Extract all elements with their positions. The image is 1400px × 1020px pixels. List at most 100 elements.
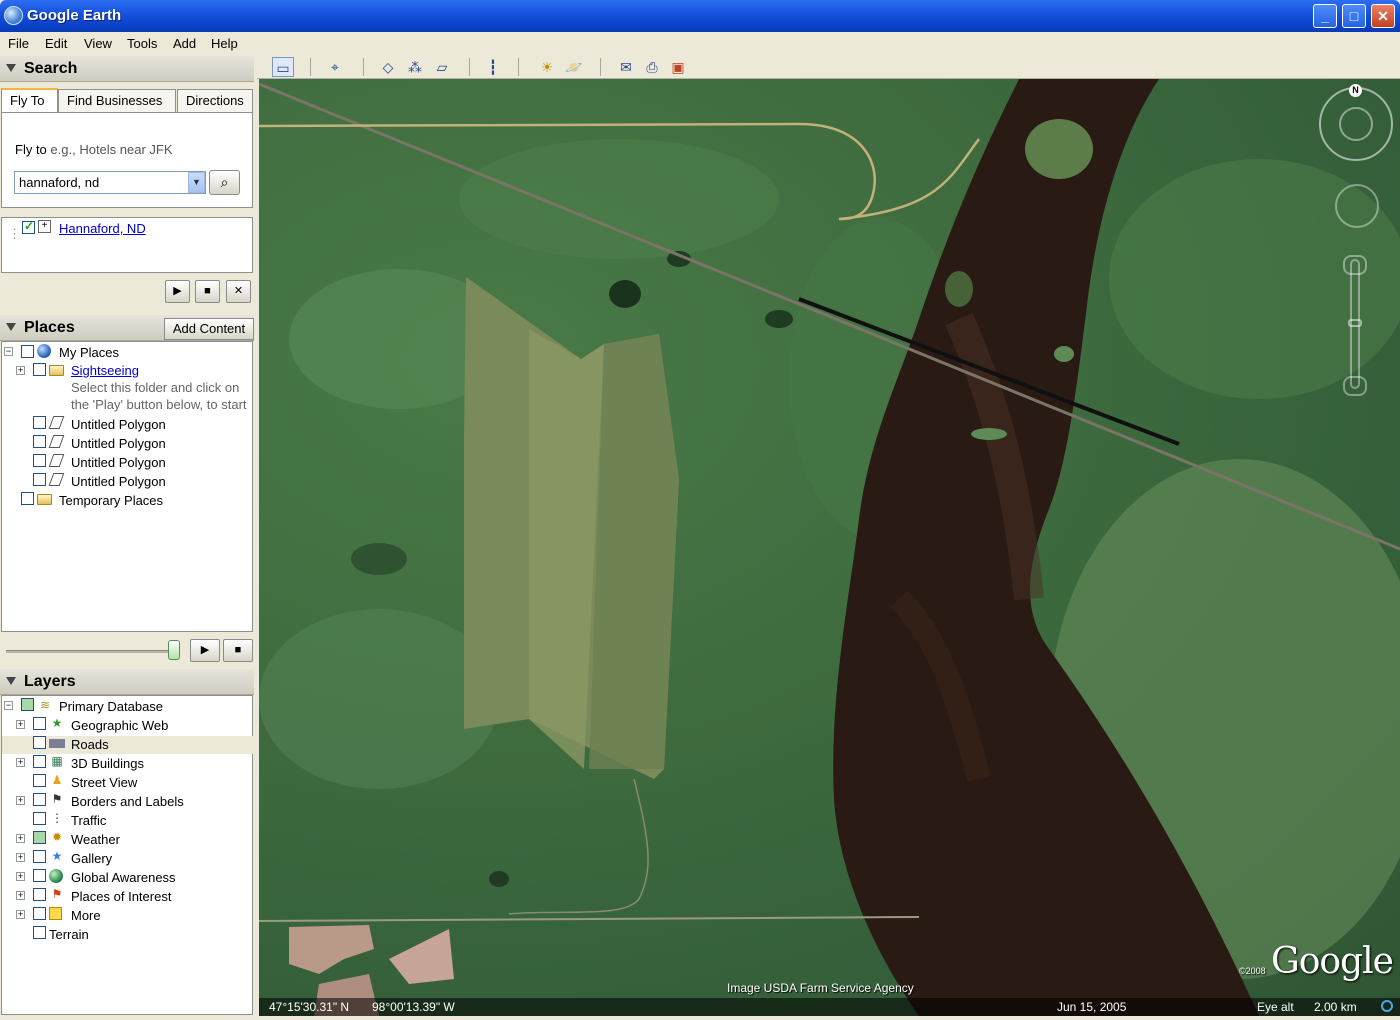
zoom-out-button[interactable]	[1343, 376, 1367, 396]
north-indicator[interactable]: N	[1349, 84, 1362, 97]
polygon-item[interactable]: Untitled Polygon	[71, 417, 166, 432]
menu-add[interactable]: Add	[173, 36, 196, 51]
layer-checkbox[interactable]	[33, 831, 46, 844]
print-icon[interactable]: ⎙	[641, 57, 663, 77]
menu-tools[interactable]: Tools	[127, 36, 157, 51]
collapse-icon[interactable]: −	[4, 347, 13, 356]
menu-edit[interactable]: Edit	[45, 36, 67, 51]
polygon-checkbox[interactable]	[33, 473, 46, 486]
stop-tour-button[interactable]: ■	[195, 280, 220, 303]
layer-gallery[interactable]: Gallery	[71, 851, 112, 866]
my-places-label[interactable]: My Places	[59, 345, 119, 360]
expand-icon[interactable]: +	[16, 796, 25, 805]
layer-checkbox[interactable]	[33, 869, 46, 882]
path-tool-icon[interactable]: ⁂	[404, 57, 426, 77]
sidebar-toggle-icon[interactable]: ▭	[272, 57, 294, 77]
play-icon: ▶	[200, 644, 210, 656]
expand-icon[interactable]: +	[16, 872, 25, 881]
tab-fly-to[interactable]: Fly To	[1, 88, 58, 113]
sightseeing-checkbox[interactable]	[33, 363, 46, 376]
layer-weather[interactable]: Weather	[71, 832, 120, 847]
layer-geographic-web[interactable]: Geographic Web	[71, 718, 168, 733]
result-hannaford[interactable]: Hannaford, ND	[59, 221, 146, 236]
layer-terrain[interactable]: Terrain	[49, 927, 89, 942]
tab-find-businesses[interactable]: Find Businesses	[58, 89, 176, 112]
my-places-checkbox[interactable]	[21, 345, 34, 358]
layer-traffic[interactable]: Traffic	[71, 813, 106, 828]
polygon-checkbox[interactable]	[33, 435, 46, 448]
temporary-places-label[interactable]: Temporary Places	[59, 493, 163, 508]
compass-center[interactable]	[1339, 107, 1373, 141]
map-view[interactable]: N Image USDA Farm Service Agency ©2008 G…	[259, 79, 1400, 1016]
clear-search-button[interactable]: ✕	[226, 280, 251, 303]
title-bar[interactable]: Google Earth _ □ ✕	[0, 0, 1400, 32]
layer-places-of-interest[interactable]: Places of Interest	[71, 889, 171, 904]
play-button[interactable]: ▶	[190, 639, 220, 662]
polygon-checkbox[interactable]	[33, 454, 46, 467]
layers-panel-header[interactable]: Layers	[0, 669, 254, 695]
primary-database-checkbox[interactable]	[21, 698, 34, 711]
layer-checkbox[interactable]	[33, 850, 46, 863]
sunlight-icon[interactable]: ☀	[536, 57, 558, 77]
sightseeing-link[interactable]: Sightseeing	[71, 363, 139, 378]
expand-icon[interactable]: +	[16, 834, 25, 843]
zoom-in-button[interactable]	[1343, 255, 1367, 275]
slider-thumb[interactable]	[168, 640, 180, 660]
sky-planet-icon[interactable]: 🪐	[563, 57, 585, 77]
expand-icon[interactable]: +	[16, 891, 25, 900]
tab-directions[interactable]: Directions	[177, 89, 253, 112]
menu-file[interactable]: File	[8, 36, 29, 51]
expand-icon[interactable]: +	[16, 720, 25, 729]
email-icon[interactable]: ✉	[615, 57, 637, 77]
fly-to-input[interactable]	[14, 171, 206, 194]
minimize-button[interactable]: _	[1313, 4, 1337, 28]
image-overlay-icon[interactable]: ▱	[431, 57, 453, 77]
compass-ring[interactable]	[1319, 87, 1393, 161]
search-button[interactable]: ⌕	[209, 170, 240, 195]
placemark-icon[interactable]: ⌖	[324, 57, 346, 77]
close-button[interactable]: ✕	[1371, 4, 1395, 28]
layer-roads[interactable]: Roads	[71, 737, 109, 752]
collapse-icon[interactable]: −	[4, 701, 13, 710]
layer-checkbox[interactable]	[33, 793, 46, 806]
google-maps-icon[interactable]: ▣	[667, 57, 689, 77]
play-tour-button[interactable]: ▶	[165, 280, 190, 303]
layer-street-view[interactable]: Street View	[71, 775, 137, 790]
layer-checkbox[interactable]	[33, 736, 46, 749]
result-checkbox[interactable]	[22, 219, 35, 234]
layer-global-awareness[interactable]: Global Awareness	[71, 870, 176, 885]
expand-icon[interactable]: +	[16, 853, 25, 862]
temporary-places-checkbox[interactable]	[21, 492, 34, 505]
layer-more[interactable]: More	[71, 908, 101, 923]
menu-view[interactable]: View	[84, 36, 112, 51]
eye-alt-label: Eye alt	[1257, 1000, 1294, 1014]
layer-checkbox[interactable]	[33, 888, 46, 901]
layer-3d-buildings[interactable]: 3D Buildings	[71, 756, 144, 771]
layer-checkbox[interactable]	[33, 907, 46, 920]
stop-button[interactable]: ■	[223, 639, 253, 662]
layer-checkbox[interactable]	[33, 774, 46, 787]
menu-help[interactable]: Help	[211, 36, 238, 51]
layer-borders-labels[interactable]: Borders and Labels	[71, 794, 184, 809]
search-panel-header[interactable]: Search	[0, 56, 254, 82]
maximize-button[interactable]: □	[1342, 4, 1366, 28]
expand-icon[interactable]: +	[16, 366, 25, 375]
chevron-down-icon[interactable]: ▼	[188, 172, 205, 193]
layer-checkbox[interactable]	[33, 755, 46, 768]
polygon-item[interactable]: Untitled Polygon	[71, 436, 166, 451]
zoom-thumb[interactable]	[1348, 319, 1362, 327]
layer-checkbox[interactable]	[33, 812, 46, 825]
expand-icon[interactable]: +	[16, 910, 25, 919]
polygon-checkbox[interactable]	[33, 416, 46, 429]
primary-database-label[interactable]: Primary Database	[59, 699, 163, 714]
ruler-icon[interactable]: ┇	[482, 57, 504, 77]
folder-icon	[49, 365, 64, 376]
look-joystick[interactable]	[1335, 184, 1379, 228]
terrain-checkbox[interactable]	[33, 926, 46, 939]
polygon-tool-icon[interactable]: ◇	[377, 57, 399, 77]
expand-icon[interactable]: +	[16, 758, 25, 767]
add-content-button[interactable]: Add Content	[164, 318, 254, 340]
layer-checkbox[interactable]	[33, 717, 46, 730]
polygon-item[interactable]: Untitled Polygon	[71, 474, 166, 489]
polygon-item[interactable]: Untitled Polygon	[71, 455, 166, 470]
